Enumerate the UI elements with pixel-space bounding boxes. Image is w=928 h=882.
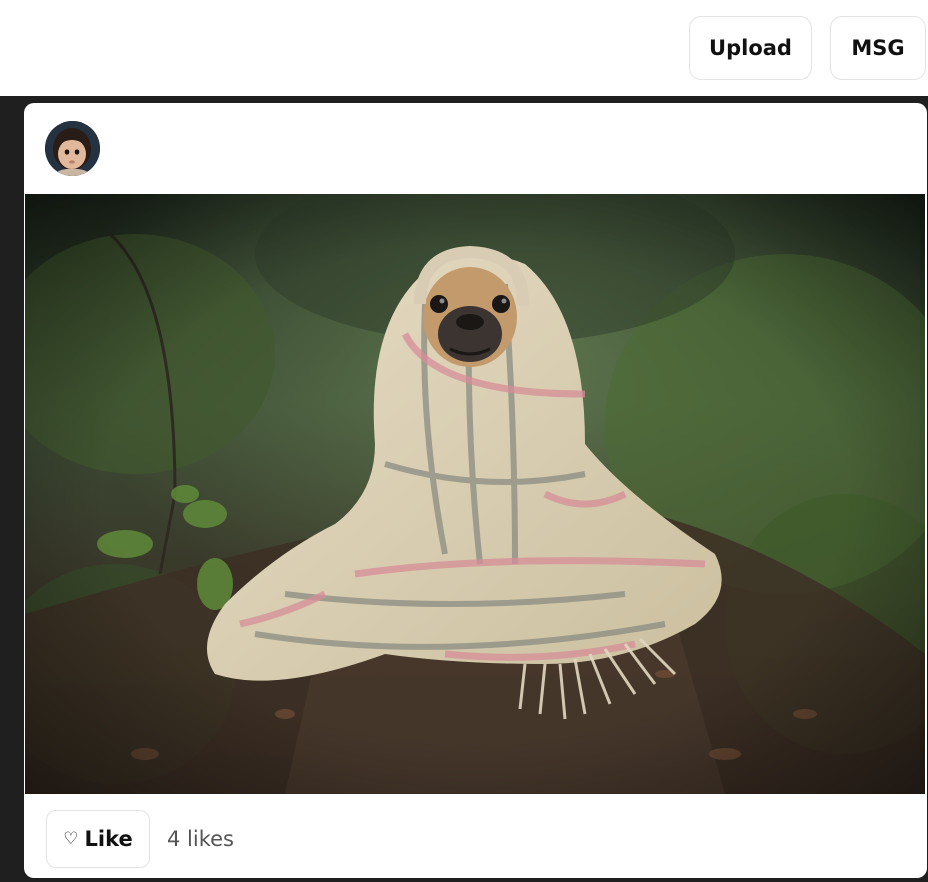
like-label: Like <box>84 827 133 851</box>
avatar-image <box>45 121 100 176</box>
post-photo <box>25 194 925 794</box>
upload-button[interactable]: Upload <box>689 16 812 80</box>
pug-in-blanket-photo <box>25 194 925 794</box>
post-footer: ♡ Like 4 likes <box>24 794 927 878</box>
post-card: ♡ Like 4 likes <box>24 103 927 878</box>
top-bar: Upload MSG <box>0 0 928 96</box>
msg-button[interactable]: MSG <box>830 16 926 80</box>
post-header <box>24 103 927 194</box>
avatar[interactable] <box>45 121 100 176</box>
likes-count: 4 likes <box>167 827 234 851</box>
like-button[interactable]: ♡ Like <box>46 810 150 868</box>
feed: ♡ Like 4 likes <box>0 96 928 882</box>
heart-icon: ♡ <box>63 828 79 849</box>
